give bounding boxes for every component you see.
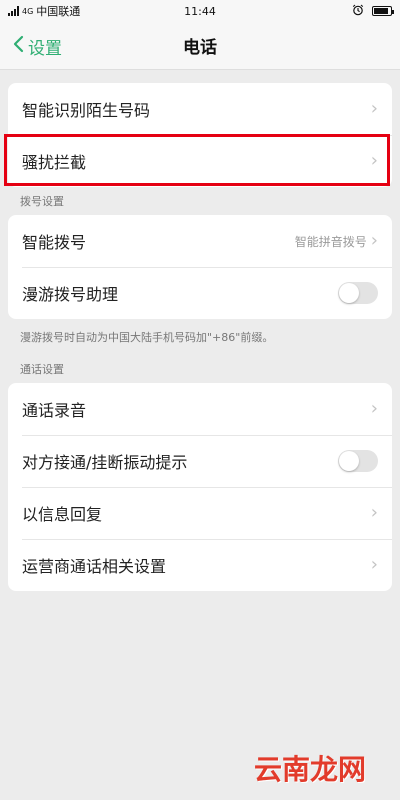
status-bar: 4G 中国联通 11:44 [0,0,400,22]
status-time: 11:44 [184,4,216,18]
group-caller-id: 智能识别陌生号码 › 骚扰拦截 › [8,83,392,187]
section-title-dial: 拨号设置 [20,195,64,208]
group-call-settings: 通话录音 › 对方接通/挂断振动提示 以信息回复 › 运营商通话相关设置 › [8,383,392,591]
row-label: 漫游拨号助理 [22,285,119,304]
section-title-call: 通话设置 [20,363,64,376]
back-chevron-icon [12,35,24,58]
row-smart-dial[interactable]: 智能拨号 智能拼音拨号 › [8,215,392,267]
row-reply-with-message[interactable]: 以信息回复 › [8,487,392,539]
group-dial-settings: 智能拨号 智能拼音拨号 › 漫游拨号助理 [8,215,392,319]
chevron-right-icon: › [370,150,378,171]
watermark: 云南龙网 [253,753,366,786]
chevron-right-icon: › [370,230,378,251]
back-button[interactable]: 设置 [12,22,62,70]
row-label: 智能识别陌生号码 [22,101,151,120]
row-identify-unknown-numbers[interactable]: 智能识别陌生号码 › [8,83,392,135]
roaming-note: 漫游拨号时自动为中国大陆手机号码加"+86"前缀。 [20,331,274,344]
chevron-right-icon: › [370,398,378,419]
row-call-recording[interactable]: 通话录音 › [8,383,392,435]
chevron-right-icon: › [370,554,378,575]
alarm-icon [352,4,364,19]
roaming-toggle[interactable] [338,282,378,304]
row-roaming-assistant: 漫游拨号助理 [8,267,392,319]
network-type: 4G [22,6,34,16]
row-connect-vibration: 对方接通/挂断振动提示 [8,435,392,487]
page-title: 电话 [183,38,217,58]
row-label: 骚扰拦截 [22,153,87,172]
nav-bar: 设置 电话 [0,22,400,70]
row-label: 智能拨号 [22,233,87,252]
row-label: 以信息回复 [22,505,103,524]
battery-icon [372,6,394,16]
row-right: 智能拼音拨号 › [295,232,378,250]
carrier-name: 中国联通 [36,5,81,18]
row-label: 通话录音 [22,401,87,420]
toggle-knob [339,451,359,471]
smart-dial-value: 智能拼音拨号 [294,234,367,249]
row-label: 对方接通/挂断振动提示 [22,453,188,472]
status-left: 4G 中国联通 [8,3,80,19]
chevron-right-icon: › [370,502,378,523]
signal-icon [8,6,19,16]
row-harassment-blocking[interactable]: 骚扰拦截 › [8,135,392,187]
chevron-right-icon: › [370,98,378,119]
back-label: 设置 [28,38,62,59]
vibration-toggle[interactable] [338,450,378,472]
row-carrier-call-settings[interactable]: 运营商通话相关设置 › [8,539,392,591]
status-right [352,4,394,19]
row-label: 运营商通话相关设置 [22,557,167,576]
battery-level [374,8,388,14]
toggle-knob [339,283,359,303]
